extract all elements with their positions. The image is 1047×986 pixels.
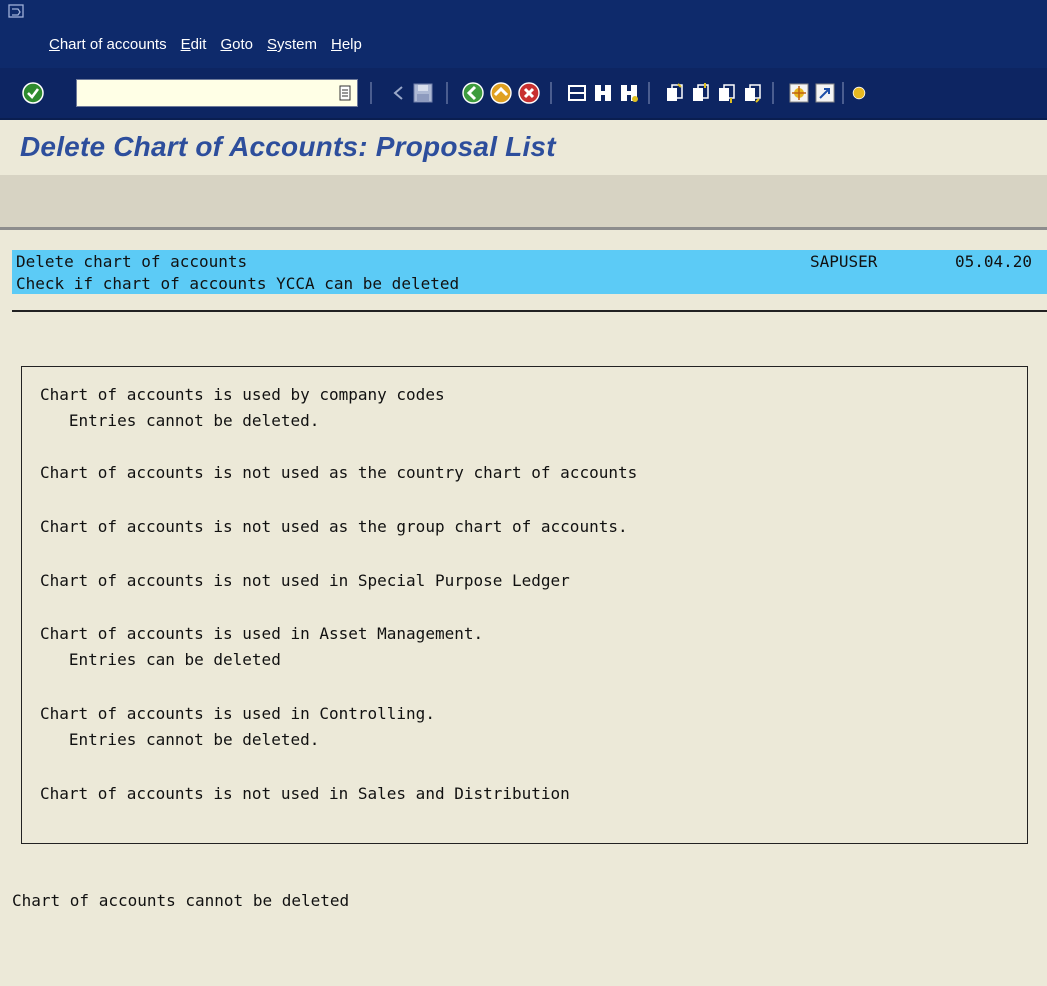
save-icon (413, 83, 433, 103)
create-session-button[interactable] (786, 80, 812, 106)
report-header-line-2: Check if chart of accounts YCCA can be d… (12, 272, 1047, 294)
report-date: 05.04.20 (955, 252, 1033, 271)
result-message: Chart of accounts cannot be deleted (12, 891, 350, 910)
report-header-line-1: Delete chart of accounts SAPUSER 05.04.2… (12, 250, 1047, 272)
system-menu-icon[interactable] (8, 4, 24, 18)
report-subtitle: Check if chart of accounts YCCA can be d… (16, 274, 460, 293)
check-line: Chart of accounts is used in Asset Manag… (40, 624, 484, 643)
check-line: Chart of accounts is not used as the gro… (40, 517, 628, 536)
check-line: Entries can be deleted (40, 650, 281, 669)
check-line: Entries cannot be deleted. (40, 411, 320, 430)
exit-button[interactable] (488, 80, 514, 106)
menu-help[interactable]: Help (331, 36, 362, 53)
check-line: Chart of accounts is not used in Special… (40, 571, 570, 590)
back-arrow-button[interactable] (386, 80, 412, 106)
check-line: Chart of accounts is used by company cod… (40, 385, 445, 404)
print-icon (568, 85, 586, 101)
report-title: Delete chart of accounts (16, 252, 248, 271)
cancel-button[interactable] (516, 80, 542, 106)
shortcut-button[interactable] (812, 80, 838, 106)
last-page-icon (745, 84, 761, 103)
next-page-icon (719, 84, 735, 103)
report-user: SAPUSER (810, 252, 878, 271)
check-line: Chart of accounts is used in Controlling… (40, 704, 435, 723)
back-arrow-icon (393, 86, 403, 100)
application-toolbar (0, 175, 1047, 227)
menu-edit[interactable]: Edit (181, 36, 207, 53)
menu-chart-of-accounts[interactable]: Chart of accounts (49, 36, 167, 53)
exit-icon (490, 82, 512, 104)
find-button[interactable] (590, 80, 616, 106)
check-line: Chart of accounts is not used as the cou… (40, 463, 638, 482)
help-icon (852, 86, 866, 100)
check-line: Entries cannot be deleted. (40, 730, 320, 749)
check-line: Chart of accounts is not used in Sales a… (40, 784, 570, 803)
previous-page-icon (693, 83, 709, 101)
back-icon (462, 82, 484, 104)
last-page-button[interactable] (740, 80, 766, 106)
command-history-icon[interactable] (338, 85, 352, 101)
first-page-button[interactable] (662, 80, 688, 106)
standard-toolbar (0, 68, 1047, 120)
first-page-icon (667, 83, 683, 101)
shortcut-icon (815, 83, 835, 103)
menu-bar: Chart of accounts Edit Goto System Help (0, 0, 1047, 68)
menu-goto[interactable]: Goto (220, 36, 253, 53)
help-button[interactable] (852, 80, 866, 106)
next-page-button[interactable] (714, 80, 740, 106)
enter-button[interactable] (20, 80, 46, 106)
page-title: Delete Chart of Accounts: Proposal List (20, 131, 556, 162)
enter-icon (22, 82, 44, 104)
menu-system[interactable]: System (267, 36, 317, 53)
back-button[interactable] (460, 80, 486, 106)
create-session-icon (789, 83, 809, 103)
find-icon (595, 85, 611, 101)
toolbar-divider (0, 227, 1047, 230)
print-button[interactable] (564, 80, 590, 106)
command-field[interactable] (76, 79, 358, 107)
header-rule (12, 310, 1047, 312)
cancel-icon (518, 82, 540, 104)
previous-page-button[interactable] (688, 80, 714, 106)
save-button[interactable] (410, 80, 436, 106)
check-results-box: Chart of accounts is used by company cod… (21, 366, 1028, 844)
find-next-button[interactable] (616, 80, 642, 106)
find-next-icon (621, 85, 638, 102)
